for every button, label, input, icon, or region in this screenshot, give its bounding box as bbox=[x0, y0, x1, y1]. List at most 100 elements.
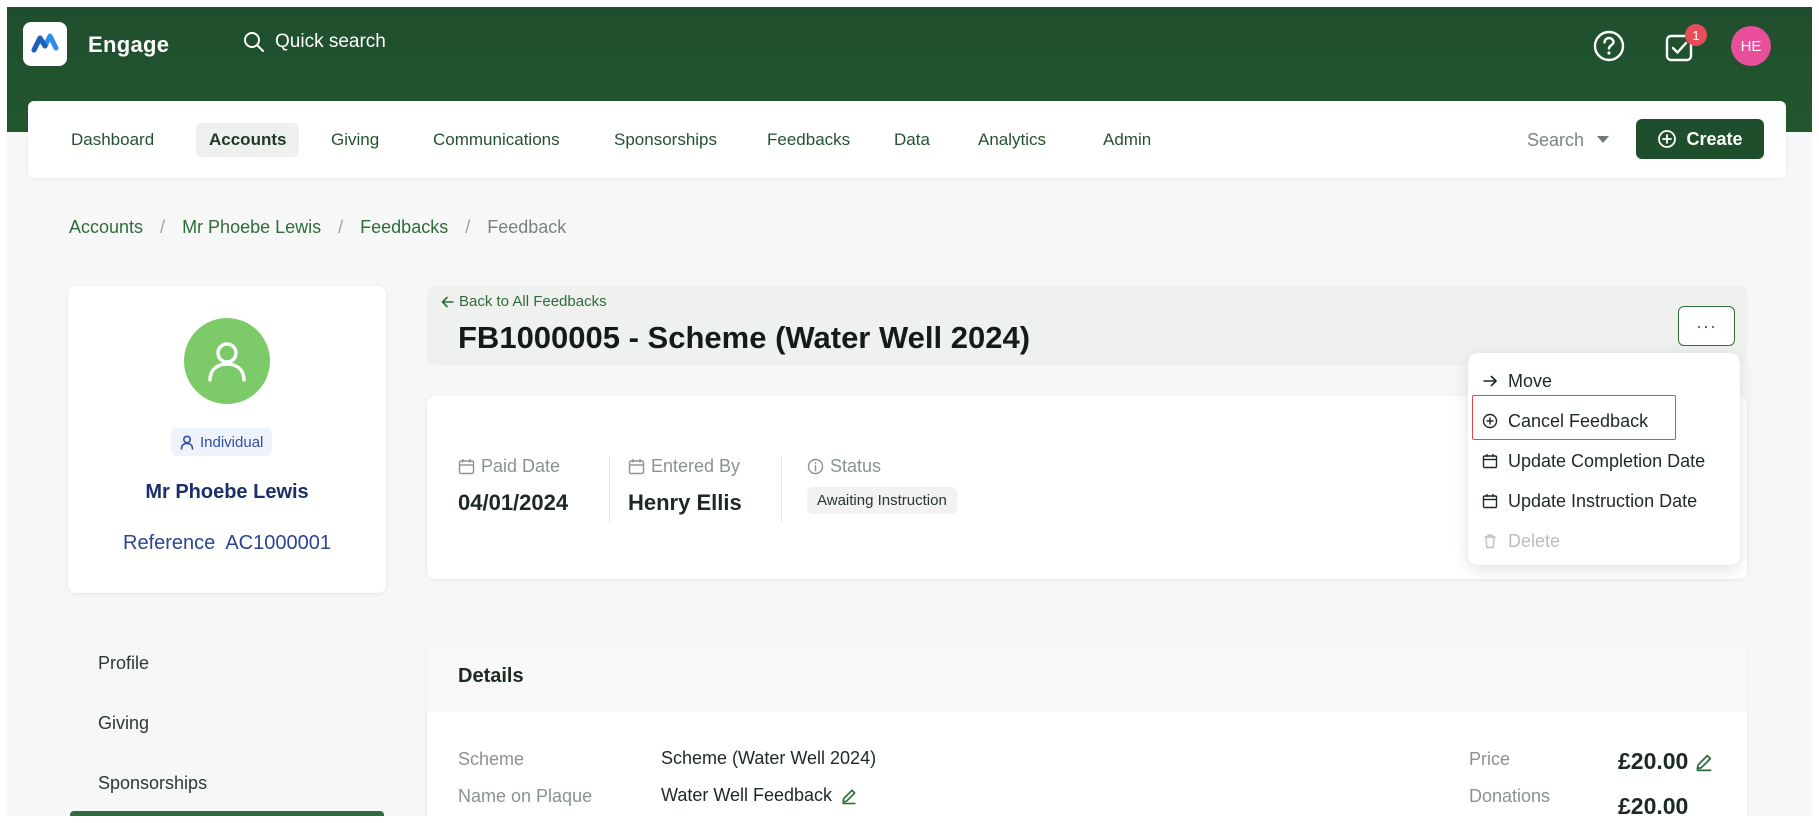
menu-item-label: Update Instruction Date bbox=[1508, 490, 1698, 511]
side-nav-active-indicator bbox=[70, 811, 384, 816]
profile-reference: Reference AC1000001 bbox=[68, 532, 386, 555]
menu-item-cancel-feedback[interactable]: Cancel Feedback bbox=[1482, 406, 1648, 436]
person-icon bbox=[180, 434, 194, 450]
create-button[interactable]: Create bbox=[1636, 119, 1764, 159]
menu-item-label: Update Completion Date bbox=[1508, 450, 1706, 471]
status-field: Status Awaiting Instruction bbox=[807, 456, 957, 514]
profile-card: Individual Mr Phoebe Lewis Reference AC1… bbox=[68, 286, 386, 593]
edit-pencil-icon[interactable] bbox=[840, 787, 858, 805]
side-nav-sponsorships[interactable]: Sponsorships bbox=[98, 773, 207, 794]
breadcrumb-accounts[interactable]: Accounts bbox=[69, 217, 143, 238]
details-title: Details bbox=[458, 665, 524, 687]
price-value: £20.00 bbox=[1618, 748, 1714, 775]
engage-logo-icon bbox=[31, 33, 59, 53]
donations-value: £20.00 bbox=[1618, 793, 1689, 816]
calendar-icon bbox=[628, 459, 645, 475]
arrow-left-icon bbox=[441, 296, 454, 307]
details-header: Details bbox=[427, 641, 1747, 712]
menu-item-label: Move bbox=[1508, 370, 1553, 391]
create-button-label: Create bbox=[1686, 128, 1743, 149]
plaque-label: Name on Plaque bbox=[458, 786, 593, 806]
notification-badge: 1 bbox=[1685, 24, 1707, 46]
status-label: Status bbox=[830, 456, 882, 476]
search-icon bbox=[244, 32, 264, 52]
calendar-icon bbox=[1482, 454, 1498, 469]
calendar-icon bbox=[458, 459, 475, 475]
menu-item-move[interactable]: Move bbox=[1482, 366, 1552, 396]
paid-date-label-row: Paid Date bbox=[458, 456, 568, 477]
status-badge: Awaiting Instruction bbox=[807, 487, 957, 514]
back-link[interactable]: Back to All Feedbacks bbox=[441, 293, 607, 310]
nav-analytics[interactable]: Analytics bbox=[965, 123, 1059, 157]
info-icon bbox=[807, 458, 824, 475]
nav-feedbacks[interactable]: Feedbacks bbox=[754, 123, 863, 157]
menu-item-label: Delete bbox=[1508, 530, 1561, 551]
account-type-badge: Individual bbox=[171, 428, 273, 456]
profile-name: Mr Phoebe Lewis bbox=[145, 481, 309, 503]
more-actions-button[interactable]: ··· bbox=[1678, 306, 1735, 346]
side-nav-profile[interactable]: Profile bbox=[98, 653, 149, 674]
back-link-label: Back to All Feedbacks bbox=[459, 293, 607, 310]
details-card: Details Scheme Scheme (Water Well 2024) … bbox=[427, 641, 1747, 816]
edit-pencil-icon[interactable] bbox=[1694, 752, 1714, 772]
page-title: FB1000005 - Scheme (Water Well 2024) bbox=[458, 320, 1031, 355]
price-value-text: £20.00 bbox=[1618, 748, 1689, 774]
price-label: Price bbox=[1469, 749, 1511, 769]
arrow-right-icon bbox=[1483, 375, 1497, 387]
entered-by-field: Entered By Henry Ellis bbox=[628, 456, 742, 516]
app-logo[interactable] bbox=[23, 22, 67, 66]
divider bbox=[781, 456, 782, 522]
breadcrumb-separator: / bbox=[338, 217, 344, 237]
nav-admin[interactable]: Admin bbox=[1090, 123, 1164, 157]
nav-communications[interactable]: Communications bbox=[420, 123, 573, 157]
breadcrumb-feedbacks[interactable]: Feedbacks bbox=[360, 217, 448, 238]
menu-item-update-instruction-date[interactable]: Update Instruction Date bbox=[1482, 486, 1697, 516]
entered-by-label: Entered By bbox=[651, 456, 741, 476]
menu-item-update-completion-date[interactable]: Update Completion Date bbox=[1482, 446, 1705, 476]
reference-label: Reference bbox=[123, 532, 216, 554]
plus-circle-icon bbox=[1658, 130, 1677, 148]
breadcrumb: Accounts / Mr Phoebe Lewis / Feedbacks /… bbox=[69, 217, 566, 238]
breadcrumb-separator: / bbox=[160, 217, 166, 237]
nav-sponsorships[interactable]: Sponsorships bbox=[601, 123, 730, 157]
user-avatar[interactable]: HE bbox=[1731, 26, 1771, 66]
breadcrumb-separator: / bbox=[465, 217, 471, 237]
actions-menu: Move Cancel Feedback Update Completion D… bbox=[1468, 353, 1740, 565]
menu-item-label: Cancel Feedback bbox=[1508, 410, 1649, 431]
caret-down-icon bbox=[1597, 136, 1610, 143]
scheme-value-text: Scheme (Water Well 2024) bbox=[661, 748, 877, 768]
quick-search[interactable]: Quick search bbox=[243, 31, 386, 53]
reference-value: AC1000001 bbox=[225, 532, 331, 554]
trash-icon bbox=[1484, 534, 1496, 549]
quick-search-placeholder: Quick search bbox=[275, 31, 386, 52]
search-dropdown[interactable]: Search bbox=[1527, 123, 1610, 157]
donations-label: Donations bbox=[1469, 786, 1551, 806]
scheme-value: Scheme (Water Well 2024) bbox=[661, 748, 876, 769]
calendar-icon bbox=[1482, 494, 1498, 509]
side-nav-giving[interactable]: Giving bbox=[98, 713, 149, 734]
search-dropdown-label: Search bbox=[1527, 130, 1585, 150]
paid-date-label: Paid Date bbox=[481, 456, 561, 476]
profile-avatar bbox=[184, 318, 270, 404]
app-name: Engage bbox=[88, 32, 170, 57]
breadcrumb-current: Feedback bbox=[487, 217, 567, 237]
paid-date-field: Paid Date 04/01/2024 bbox=[458, 456, 568, 516]
status-label-row: Status bbox=[807, 456, 957, 477]
nav-data[interactable]: Data bbox=[881, 123, 943, 157]
user-icon bbox=[208, 342, 246, 382]
app-frame: Engage Quick search 1 HE Dashboard Accou… bbox=[7, 7, 1812, 816]
breadcrumb-account-name[interactable]: Mr Phoebe Lewis bbox=[182, 217, 321, 238]
nav-dashboard[interactable]: Dashboard bbox=[58, 123, 167, 157]
scheme-label: Scheme bbox=[458, 749, 525, 769]
main-nav: Dashboard Accounts Giving Communications… bbox=[28, 101, 1786, 178]
entered-by-label-row: Entered By bbox=[628, 456, 742, 477]
nav-giving[interactable]: Giving bbox=[318, 123, 392, 157]
paid-date-value: 04/01/2024 bbox=[458, 490, 569, 515]
plaque-value-text: Water Well Feedback bbox=[661, 785, 833, 805]
nav-accounts[interactable]: Accounts bbox=[196, 123, 300, 157]
help-icon[interactable] bbox=[1592, 29, 1626, 63]
plaque-value: Water Well Feedback bbox=[661, 785, 858, 806]
menu-item-delete[interactable]: Delete bbox=[1482, 526, 1560, 556]
entered-by-value: Henry Ellis bbox=[628, 490, 742, 515]
divider bbox=[609, 456, 610, 522]
